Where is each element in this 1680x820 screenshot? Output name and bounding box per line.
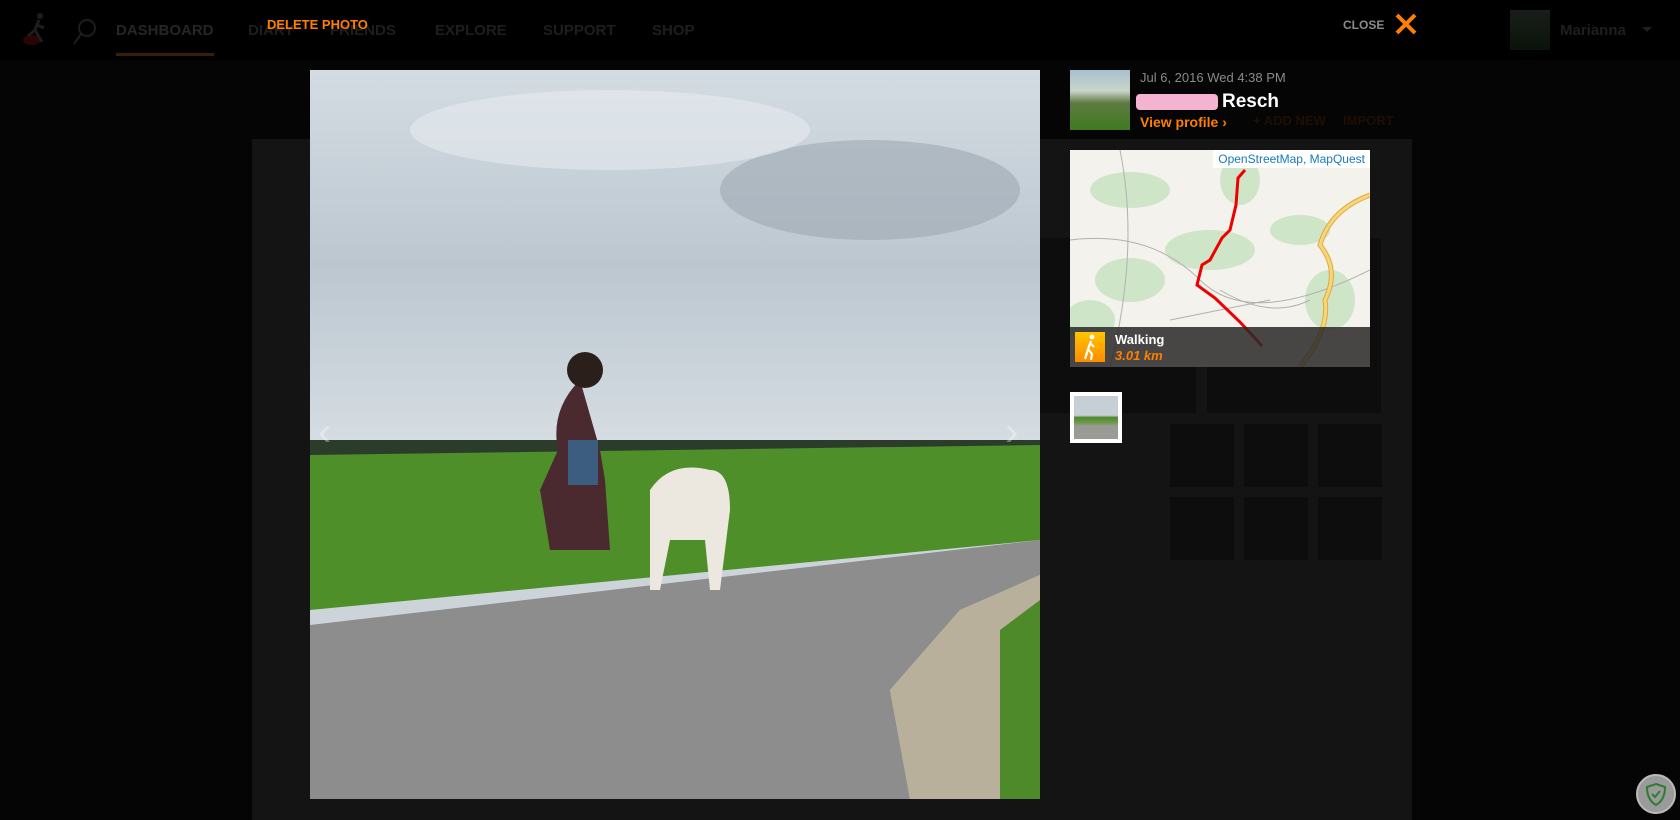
map-attribution[interactable]: OpenStreetMap, MapQuest <box>1213 150 1370 168</box>
redacted-first-name <box>1136 94 1218 110</box>
top-navigation: DASHBOARD DIARY FRIENDS EXPLORE SUPPORT … <box>0 0 1680 60</box>
view-profile-link[interactable]: View profile › <box>1140 114 1227 130</box>
delete-photo-button[interactable]: DELETE PHOTO <box>267 17 368 32</box>
add-new-button: + ADD NEW <box>1253 113 1326 128</box>
owner-name: Resch <box>1222 91 1280 112</box>
nav-dashboard[interactable]: DASHBOARD <box>116 22 214 56</box>
activity-summary: Walking 3.01 km <box>1070 327 1370 367</box>
close-icon[interactable] <box>1394 12 1418 36</box>
background-tile <box>1318 497 1382 560</box>
nav-explore[interactable]: EXPLORE <box>435 22 507 39</box>
background-tile <box>1318 424 1382 487</box>
close-label[interactable]: CLOSE <box>1343 18 1384 32</box>
user-avatar[interactable] <box>1510 10 1550 50</box>
route-map[interactable]: OpenStreetMap, MapQuest Walking 3.01 km <box>1070 150 1370 367</box>
search-icon[interactable] <box>72 18 98 46</box>
photo-date: Jul 6, 2016 Wed 4:38 PM <box>1140 70 1286 85</box>
activity-distance: 3.01 km <box>1115 348 1163 363</box>
owner-avatar[interactable] <box>1070 70 1130 130</box>
chevron-down-icon[interactable] <box>1642 27 1652 37</box>
nav-shop[interactable]: SHOP <box>652 22 695 39</box>
runner-logo-icon[interactable] <box>22 12 52 46</box>
photo-image <box>310 70 1040 799</box>
photo <box>310 70 1040 799</box>
next-photo-arrow[interactable]: › <box>1005 410 1018 455</box>
shield-icon[interactable] <box>1636 774 1676 814</box>
nav-support[interactable]: SUPPORT <box>543 22 616 39</box>
import-button: IMPORT <box>1343 113 1394 128</box>
background-tile <box>1170 497 1234 560</box>
walking-icon <box>1075 332 1105 362</box>
background-tile <box>1170 424 1234 487</box>
background-tile <box>1244 497 1308 560</box>
background-tile <box>1244 424 1308 487</box>
user-name[interactable]: Marianna <box>1560 22 1626 39</box>
previous-photo-arrow[interactable]: ‹ <box>318 410 331 455</box>
activity-type: Walking <box>1115 332 1165 347</box>
photo-thumbnail[interactable] <box>1070 392 1122 443</box>
